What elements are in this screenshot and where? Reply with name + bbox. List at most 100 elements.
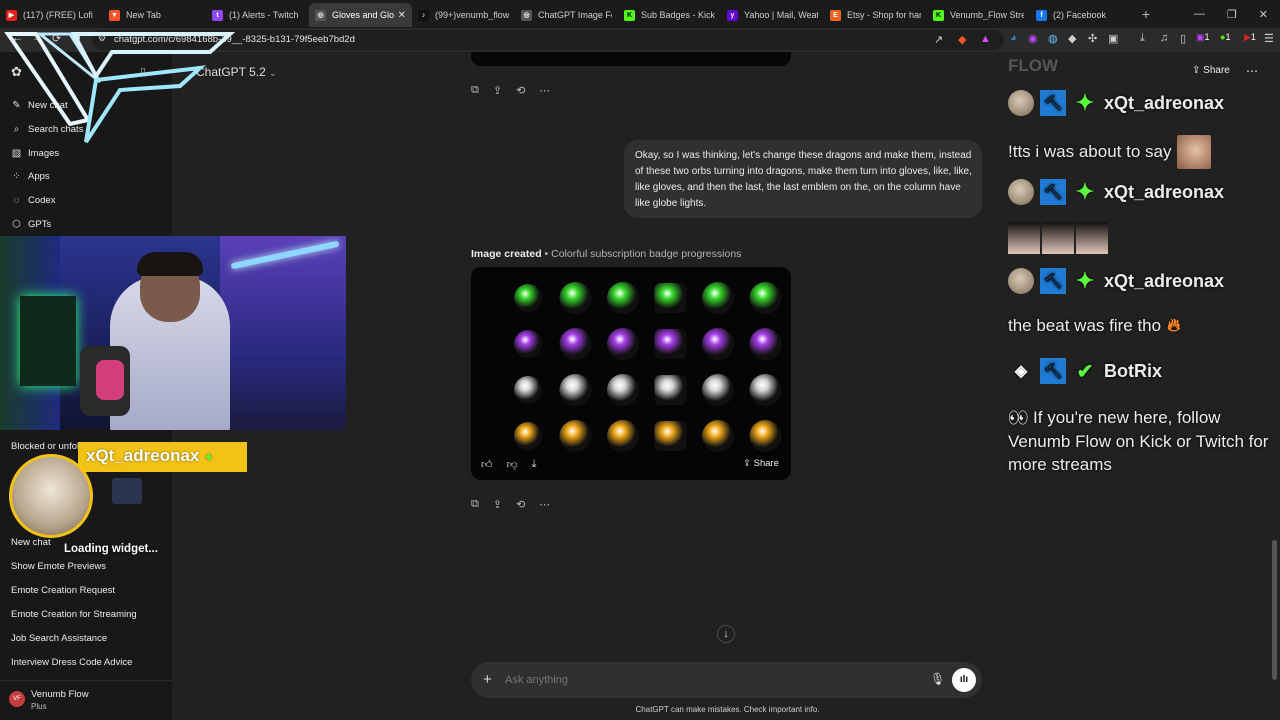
user-name: Venumb Flow: [31, 689, 89, 700]
chatgpt-icon: ◎: [315, 9, 326, 21]
extension-icon[interactable]: ◉: [1028, 32, 1038, 45]
browser-tab[interactable]: KSub Badges - Kick D: [618, 3, 721, 27]
chat-history-item[interactable]: Blocked or unfol: [11, 441, 79, 452]
chat-username-line: ◈ 🔨︎ ✔ BotRix: [1008, 358, 1162, 384]
extension-icon[interactable]: ◍: [1048, 32, 1058, 45]
maximize-icon[interactable]: ❐: [1227, 8, 1237, 21]
glove-emblem: [654, 329, 687, 359]
youtube-icon: ▶: [6, 9, 17, 21]
sidebar-item-apps[interactable]: ⁘ Apps: [11, 171, 49, 182]
more-icon[interactable]: ⋯: [539, 498, 550, 511]
browser-tab[interactable]: E Etsy - Shop for han: [824, 3, 927, 27]
browser-tab[interactable]: f (2) Facebook: [1030, 3, 1133, 27]
tab-strip: ▶ (117) (FREE) Lofi ▼ New Tab t (1) Alerts …: [0, 0, 1280, 28]
rewards-icon[interactable]: ▲: [980, 33, 991, 45]
browser-tab[interactable]: ♪ (99+)venumb_flow: [412, 3, 515, 27]
moderator-hammer-icon: 🔨︎: [1040, 358, 1066, 384]
image-icon: ▨: [11, 148, 22, 159]
minimize-icon[interactable]: —: [1194, 8, 1205, 21]
youtube-ext-icon[interactable]: ▶1: [1244, 32, 1256, 43]
thumbs-up-icon[interactable]: 👍︎: [481, 458, 493, 471]
chat-username-line: 🔨︎ ✦ xQt_adreonax: [1008, 268, 1224, 294]
badge-grid: [514, 282, 782, 452]
moderator-hammer-icon: 🔨︎: [1040, 179, 1066, 205]
chat-history-item[interactable]: Emote Creation Request: [11, 585, 115, 596]
scroll-down-button[interactable]: ↓: [717, 625, 735, 643]
download-icon[interactable]: ⤓: [532, 458, 537, 471]
browser-tab[interactable]: ▶ (117) (FREE) Lofi: [0, 3, 103, 27]
glove-emblem: [654, 283, 687, 313]
orb-emblem: [702, 374, 734, 406]
copy-icon[interactable]: ⧉: [471, 84, 479, 97]
copy-icon[interactable]: ⧉: [471, 498, 479, 511]
voice-mode-button[interactable]: ıIı: [952, 668, 976, 692]
music-icon[interactable]: ♫: [1160, 32, 1168, 44]
user-profile[interactable]: VF Venumb Flow Plus: [0, 680, 172, 720]
twitch-ext-icon[interactable]: ▣1: [1196, 32, 1210, 43]
image-share-button[interactable]: ⇪ Share: [743, 458, 779, 469]
window-controls: — ❐ ✕: [1194, 8, 1280, 21]
share-icon[interactable]: ⇪: [493, 84, 502, 97]
close-tab-icon[interactable]: ✕: [398, 10, 406, 21]
browser-tab[interactable]: t (1) Alerts - Twitch: [206, 3, 309, 27]
close-window-icon[interactable]: ✕: [1259, 8, 1268, 21]
sidebar-item-codex[interactable]: ◌ Codex: [11, 195, 56, 206]
menu-icon[interactable]: ☰: [1264, 32, 1274, 45]
add-attachment-icon[interactable]: +: [483, 671, 492, 688]
share-page-icon[interactable]: ↗: [934, 33, 943, 46]
browser-tab[interactable]: y Yahoo | Mail, Weath: [721, 3, 824, 27]
orb-emblem: [559, 374, 592, 406]
share-icon: ⇪: [743, 458, 751, 469]
kick-ext-icon[interactable]: ●1: [1220, 32, 1230, 42]
message-actions: ⧉ ⇪ ⟲ ⋯: [471, 84, 550, 97]
sidebar-item-gpts[interactable]: ⬡ GPTs: [11, 219, 51, 230]
yahoo-icon: y: [727, 9, 738, 21]
sidebar-item-images[interactable]: ▨ Images: [11, 148, 59, 159]
browser-tab[interactable]: ◎ChatGPT Image Feb: [515, 3, 618, 27]
regenerate-icon[interactable]: ⟲: [516, 84, 525, 97]
glove-emblem: [654, 375, 687, 405]
orb-emblem: [749, 374, 782, 406]
chat-username-line: 🔨︎ ✦ xQt_adreonax: [1008, 179, 1224, 205]
sparkle-badge-icon: ✦: [1075, 268, 1095, 293]
kick-icon: K: [624, 9, 635, 21]
sparkle-icon: ✦: [204, 452, 214, 464]
extension-icon[interactable]: ◕: [1010, 32, 1017, 44]
bot-icon: ◈: [1014, 363, 1028, 380]
orb-emblem: [514, 422, 542, 450]
sparkle-badge-icon: ✦: [1075, 90, 1095, 115]
chat-history-item[interactable]: Show Emote Previews: [11, 561, 106, 572]
chat-history-item[interactable]: Interview Dress Code Advice: [11, 657, 132, 668]
glove-emblem: [654, 421, 687, 451]
widget-thumbnail: [112, 478, 142, 504]
new-tab-button[interactable]: +: [1133, 6, 1159, 22]
browser-tab[interactable]: K Venumb_Flow Strea: [927, 3, 1030, 27]
more-icon[interactable]: ⋯: [539, 84, 550, 97]
browser-tab-active[interactable]: ◎ Gloves and Glo ✕: [309, 3, 412, 27]
regenerate-icon[interactable]: ⟲: [516, 498, 525, 511]
tiktok-icon: ♪: [418, 9, 429, 21]
chat-message: the beat was fire tho 🔥︎: [1008, 315, 1181, 335]
chat-history-item[interactable]: New chat: [11, 537, 51, 548]
image-caption: Image created • Colorful subscription ba…: [471, 248, 742, 260]
screenshot-icon[interactable]: ▣: [1108, 32, 1118, 45]
prompt-input[interactable]: [505, 671, 925, 689]
microphone-icon[interactable]: 🎙︎: [930, 672, 945, 686]
browser-tab[interactable]: ▼ New Tab: [103, 3, 206, 27]
orb-emblem: [749, 420, 782, 452]
orb-emblem: [749, 282, 782, 314]
user-avatar: [1008, 90, 1034, 116]
share-icon[interactable]: ⇪: [493, 498, 502, 511]
thumbs-down-icon[interactable]: 👎︎: [507, 458, 518, 471]
emote-image: [1076, 222, 1108, 254]
download-icon[interactable]: ⤓: [1140, 32, 1145, 45]
sidebar-toggle-icon[interactable]: ▯: [1180, 32, 1186, 45]
generated-image[interactable]: 👍︎ 👎︎ ⤓ ⇪ Share: [471, 267, 791, 480]
gpts-icon: ⬡: [12, 219, 21, 230]
extension-icon[interactable]: ◆: [1068, 32, 1076, 45]
chat-history-item[interactable]: Emote Creation for Streaming: [11, 609, 137, 620]
orb-emblem: [559, 282, 592, 314]
chat-history-item[interactable]: Job Search Assistance: [11, 633, 107, 644]
puzzle-icon[interactable]: ✣: [1088, 32, 1097, 45]
brave-shields-icon[interactable]: ◆: [958, 33, 966, 46]
